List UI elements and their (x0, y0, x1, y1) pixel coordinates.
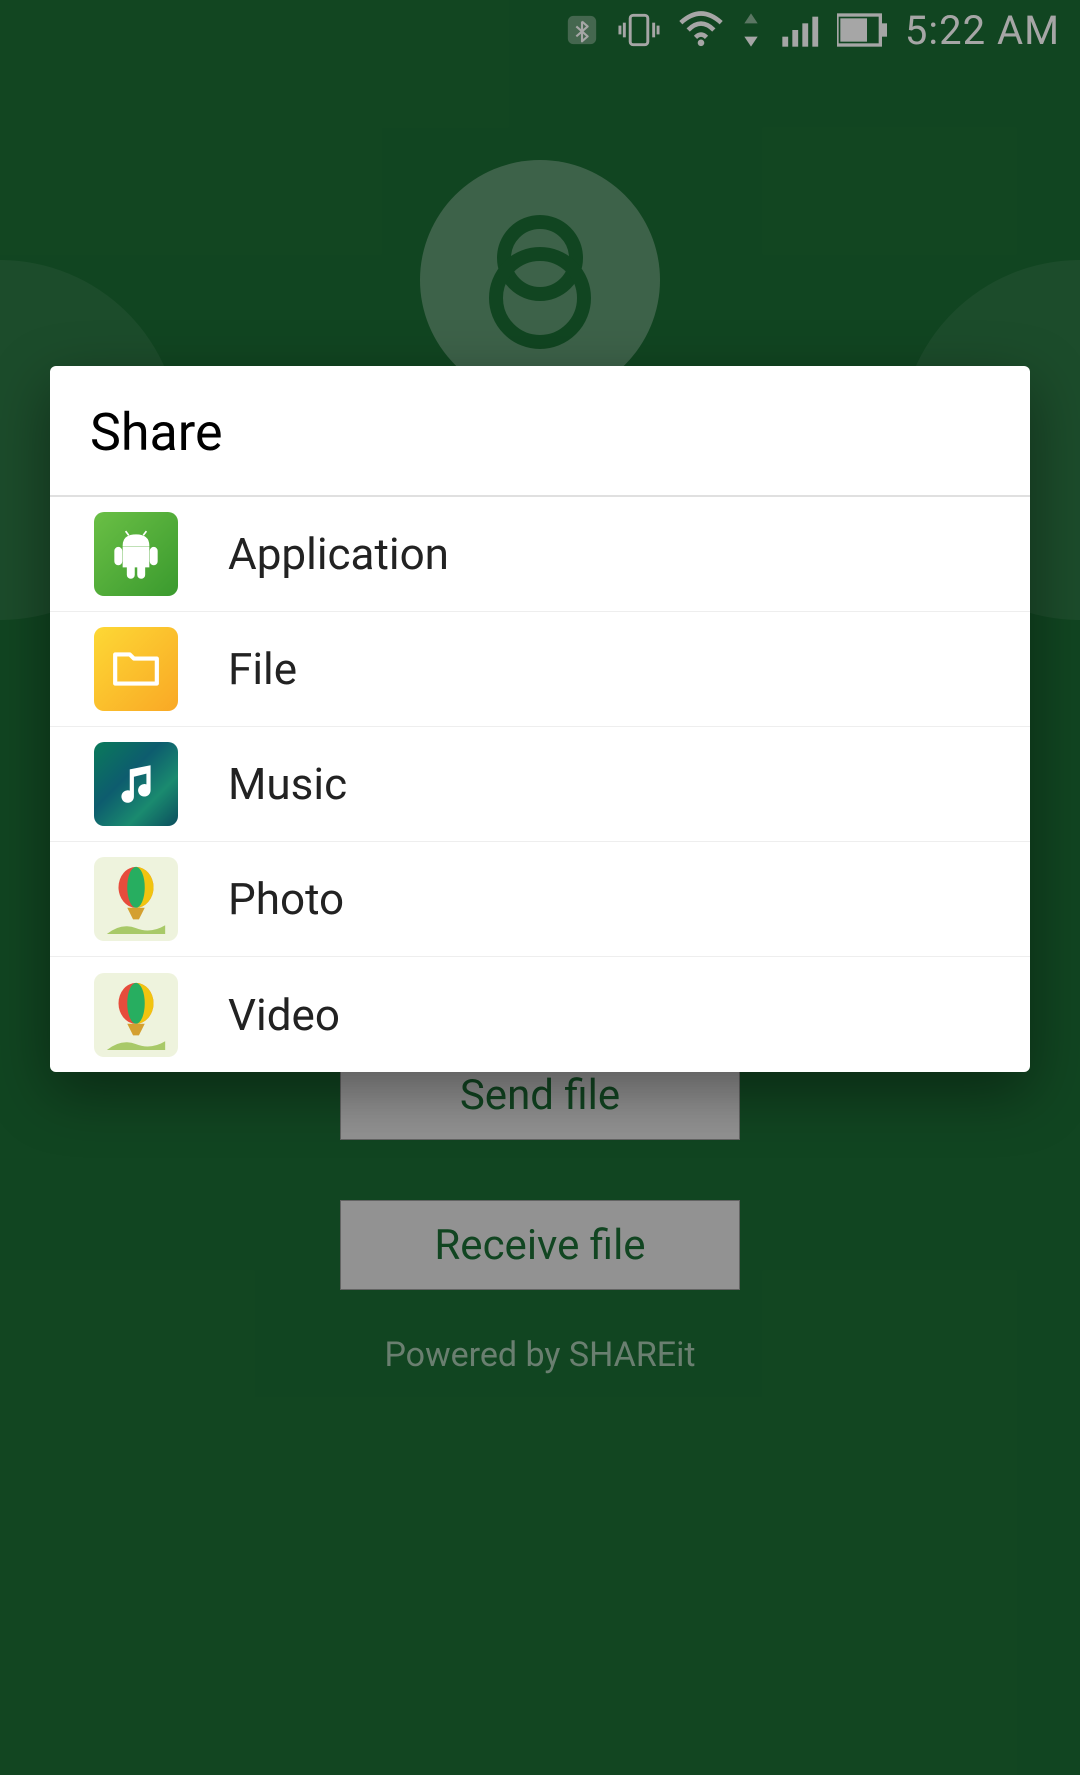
balloon-icon (94, 973, 178, 1057)
bluetooth-icon (565, 10, 599, 50)
share-item-music[interactable]: Music (50, 727, 1030, 842)
share-item-file[interactable]: File (50, 612, 1030, 727)
share-item-video[interactable]: Video (50, 957, 1030, 1072)
wifi-icon (679, 10, 723, 50)
battery-icon (837, 10, 887, 50)
share-item-application[interactable]: Application (50, 497, 1030, 612)
share-list: Application File Music Pho (50, 497, 1030, 1072)
music-icon (94, 742, 178, 826)
share-item-photo[interactable]: Photo (50, 842, 1030, 957)
share-dialog: Share Application File Music (50, 366, 1030, 1072)
receive-file-button[interactable]: Receive file (340, 1200, 740, 1290)
receive-file-label: Receive file (434, 1221, 645, 1270)
dialog-title: Share (50, 366, 1030, 497)
android-icon (94, 512, 178, 596)
signal-icon (779, 10, 819, 50)
share-item-label: Application (228, 528, 449, 580)
send-file-label: Send file (460, 1071, 620, 1120)
powered-by-label: Powered by SHAREit (0, 1335, 1080, 1375)
status-bar: 5:22 AM (0, 0, 1080, 60)
share-item-label: Video (228, 989, 340, 1041)
balloon-icon (94, 857, 178, 941)
data-icon (741, 10, 761, 50)
share-item-label: Photo (228, 873, 344, 925)
share-item-label: Music (228, 758, 347, 810)
screen: 5:22 AM Send file Receive file Powered b… (0, 0, 1080, 1775)
share-item-label: File (228, 643, 297, 695)
app-logo (420, 160, 660, 400)
folder-icon (94, 627, 178, 711)
vibrate-icon (617, 10, 661, 50)
status-time: 5:22 AM (905, 7, 1060, 54)
